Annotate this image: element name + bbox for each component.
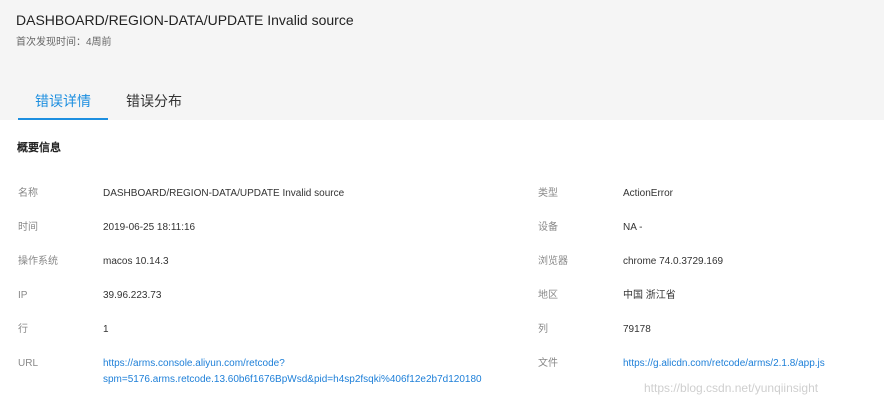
- time-value: 2019-06-25 18:11:16: [103, 222, 196, 233]
- first-seen-info: 首次发现时间：4周前: [16, 33, 112, 48]
- url-link[interactable]: https://arms.console.aliyun.com/retcode?…: [103, 357, 482, 387]
- type-value: ActionError: [623, 188, 674, 199]
- watermark: https://blog.csdn.net/yunqiinsight: [644, 381, 819, 395]
- device-label: 设备: [538, 222, 558, 233]
- tab-error-details[interactable]: 错误详情: [18, 86, 108, 120]
- ip-value: 39.96.223.73: [103, 290, 162, 301]
- region-label: 地区: [538, 290, 558, 301]
- first-seen-value: 4周前: [86, 37, 112, 48]
- url-label: URL: [18, 358, 39, 369]
- device-value: NA -: [623, 222, 643, 233]
- page-header: DASHBOARD/REGION-DATA/UPDATE Invalid sou…: [0, 0, 884, 120]
- line-label: 行: [18, 324, 28, 335]
- error-title: DASHBOARD/REGION-DATA/UPDATE Invalid sou…: [16, 12, 354, 28]
- region-value: 中国 浙江省: [623, 290, 676, 301]
- name-label: 名称: [18, 188, 38, 199]
- section-title: 概要信息: [17, 142, 61, 154]
- file-link[interactable]: https://g.alicdn.com/retcode/arms/2.1.8/…: [623, 357, 825, 371]
- first-seen-label: 首次发现时间：: [16, 37, 86, 48]
- browser-label: 浏览器: [538, 256, 568, 267]
- line-value: 1: [103, 324, 109, 335]
- url-link-line1[interactable]: https://arms.console.aliyun.com/retcode?: [103, 357, 482, 371]
- time-label: 时间: [18, 222, 38, 233]
- name-value: DASHBOARD/REGION-DATA/UPDATE Invalid sou…: [103, 188, 345, 199]
- column-value: 79178: [623, 324, 651, 335]
- url-link-line2[interactable]: spm=5176.arms.retcode.13.60b6f1676BpWsd&…: [103, 373, 482, 387]
- tab-error-distribution[interactable]: 错误分布: [112, 86, 196, 120]
- type-label: 类型: [538, 188, 558, 199]
- browser-value: chrome 74.0.3729.169: [623, 256, 724, 267]
- file-label: 文件: [538, 358, 558, 369]
- ip-label: IP: [18, 290, 28, 301]
- os-value: macos 10.14.3: [103, 256, 169, 267]
- column-label: 列: [538, 324, 548, 335]
- os-label: 操作系统: [18, 256, 58, 267]
